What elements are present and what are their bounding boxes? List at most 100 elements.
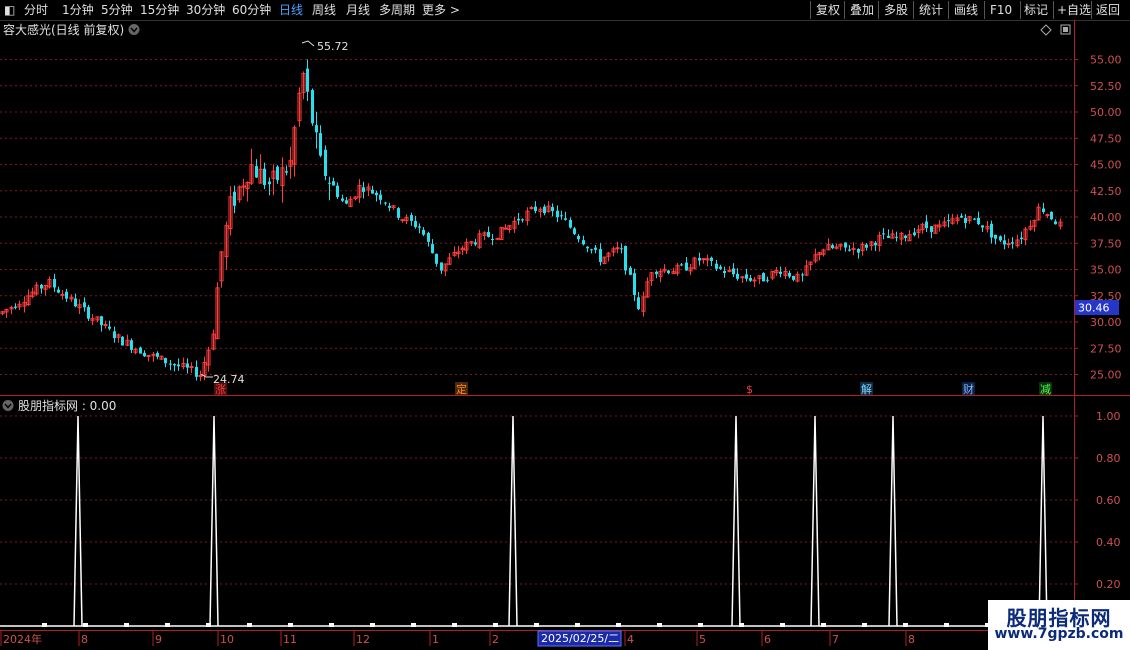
candle-body xyxy=(146,354,151,357)
candle-body xyxy=(83,302,86,308)
indicator-dot xyxy=(370,623,375,627)
indicator-dropdown-icon[interactable] xyxy=(2,400,14,411)
candle-body xyxy=(801,274,804,276)
candle-body xyxy=(233,191,236,206)
indicator-spike xyxy=(209,415,219,627)
candle-body xyxy=(848,249,851,251)
indicator-spike xyxy=(888,415,898,627)
date-cursor-label: 2025/02/25/二 xyxy=(541,632,619,645)
candle-body xyxy=(100,316,103,326)
candle-body xyxy=(564,218,567,220)
candle-body xyxy=(53,278,56,288)
candle-body xyxy=(156,353,159,357)
indicator-dot xyxy=(616,623,621,627)
indicator-tick-label: 0.60 xyxy=(1096,494,1121,507)
candle-body xyxy=(324,149,327,176)
candle-body xyxy=(332,181,335,186)
candle-body xyxy=(719,266,722,269)
diamond-icon[interactable] xyxy=(1040,24,1052,36)
candle-body xyxy=(736,273,739,279)
candle-body xyxy=(851,248,856,251)
indicator-spike xyxy=(731,415,741,627)
indicator-spike xyxy=(508,415,518,627)
candle-body xyxy=(594,247,597,250)
candle-body xyxy=(655,271,658,275)
candle-body xyxy=(590,249,593,251)
candle-body xyxy=(103,323,108,326)
candle-body xyxy=(121,336,124,346)
candle-body xyxy=(1020,237,1023,240)
price-tick-label: 27.50 xyxy=(1090,342,1122,355)
candle-body xyxy=(195,366,198,377)
indicator-tick-label: 0.20 xyxy=(1096,578,1121,591)
indicator-spike xyxy=(73,415,83,627)
event-marker-label: 财 xyxy=(963,382,974,396)
candle-body xyxy=(749,277,752,281)
candle-body xyxy=(685,262,688,271)
candle-body xyxy=(384,202,387,204)
candle-body xyxy=(556,210,559,218)
candle-body xyxy=(418,226,421,228)
indicator-dot xyxy=(124,623,129,627)
title-dropdown-icon[interactable] xyxy=(128,24,140,35)
candle-body xyxy=(844,242,847,248)
candle-body xyxy=(130,340,133,350)
candle-body xyxy=(345,200,348,204)
indicator-dot xyxy=(411,623,416,627)
candle-body xyxy=(990,223,993,238)
candle-body xyxy=(534,206,537,211)
candle-body xyxy=(560,215,563,217)
candle-body xyxy=(60,293,65,296)
candle-body xyxy=(440,262,443,271)
candle-body xyxy=(57,289,60,293)
stock-title: 容大感光(日线 前复权) xyxy=(3,22,124,37)
date-tick-label: 5 xyxy=(699,633,706,646)
candle-body xyxy=(487,232,490,237)
date-tick-label: 2024年 xyxy=(3,632,42,646)
date-tick-label: 10 xyxy=(220,633,234,646)
candle-body xyxy=(362,187,365,192)
candle-body xyxy=(164,357,167,364)
date-tick-label: 8 xyxy=(908,633,915,646)
price-axis: 55.00 52.50 50.00 47.50 45.00 42.50 40.00 37.50… xyxy=(1074,54,1122,382)
candle-body xyxy=(285,171,288,173)
candle-body xyxy=(792,275,795,280)
date-tick-label: 12 xyxy=(356,633,370,646)
candle-body xyxy=(397,208,400,218)
candle-body xyxy=(964,218,967,223)
candle-body xyxy=(624,246,627,271)
candle-body xyxy=(1054,221,1057,225)
candle-body xyxy=(667,270,670,274)
event-marker-label: 解 xyxy=(861,382,872,396)
candle-body xyxy=(1045,214,1050,217)
candle-body xyxy=(543,206,546,214)
candle-body xyxy=(745,274,748,279)
candle-body xyxy=(865,244,868,248)
indicator-spike xyxy=(810,415,820,627)
candle-body xyxy=(431,244,434,254)
candle-body xyxy=(913,232,916,236)
candle-body xyxy=(752,279,757,282)
candle-body xyxy=(87,307,90,319)
price-tick-label: 25.00 xyxy=(1090,369,1122,382)
candle-body xyxy=(268,181,271,185)
indicator-dot xyxy=(821,623,826,627)
indicator-dot xyxy=(206,623,211,627)
candle-body xyxy=(410,215,413,221)
candle-body xyxy=(701,258,706,261)
candle-body xyxy=(1003,240,1006,245)
candle-body xyxy=(698,257,701,261)
indicator-tick-label: 0.80 xyxy=(1096,452,1121,465)
candle-body xyxy=(788,273,791,277)
indicator-dot xyxy=(739,623,744,627)
kline-chart[interactable]: 55.00 52.50 50.00 47.50 45.00 42.50 40.00 37.50… xyxy=(0,0,1130,650)
candle-body xyxy=(633,273,636,296)
candle-body xyxy=(255,166,258,178)
panel-close-icon[interactable] xyxy=(1060,24,1071,35)
candle-body xyxy=(723,270,726,274)
candle-body xyxy=(947,220,950,222)
candle-body xyxy=(474,242,477,245)
candle-body xyxy=(319,133,322,156)
candle-body xyxy=(371,189,374,194)
price-tick-label: 52.50 xyxy=(1090,80,1122,93)
